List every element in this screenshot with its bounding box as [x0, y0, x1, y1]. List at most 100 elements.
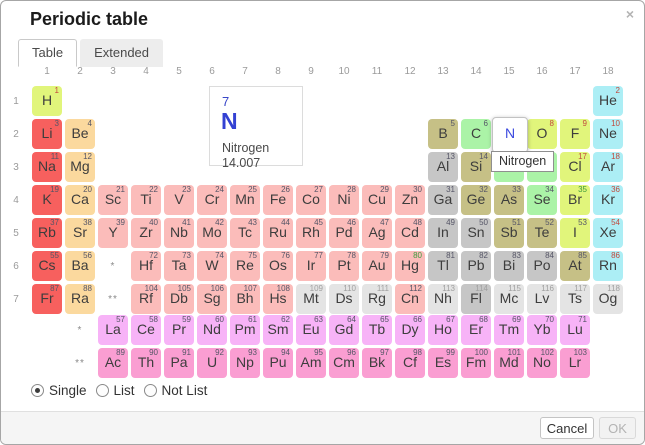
element-cell-nd[interactable]: 60Nd	[197, 315, 227, 345]
tab-extended[interactable]: Extended	[80, 39, 163, 67]
element-cell-pu[interactable]: 94Pu	[263, 348, 293, 378]
element-cell-h[interactable]: 1H	[32, 86, 62, 116]
element-cell-os[interactable]: 76Os	[263, 251, 293, 281]
element-cell-br[interactable]: 35Br	[560, 185, 590, 215]
element-cell-hg[interactable]: 80Hg	[395, 251, 425, 281]
element-cell-nh[interactable]: 113Nh	[428, 284, 458, 314]
element-cell-sc[interactable]: 21Sc	[98, 185, 128, 215]
element-cell-sm[interactable]: 62Sm	[263, 315, 293, 345]
element-cell-mn[interactable]: 25Mn	[230, 185, 260, 215]
element-cell-cd[interactable]: 48Cd	[395, 218, 425, 248]
element-cell-ac[interactable]: 89Ac	[98, 348, 128, 378]
element-cell-tc[interactable]: 43Tc	[230, 218, 260, 248]
element-cell-te[interactable]: 52Te	[527, 218, 557, 248]
element-cell-i[interactable]: 53I	[560, 218, 590, 248]
element-cell-gd[interactable]: 64Gd	[329, 315, 359, 345]
element-cell-cr[interactable]: 24Cr	[197, 185, 227, 215]
element-cell-li[interactable]: 3Li	[32, 119, 62, 149]
element-cell-u[interactable]: 92U	[197, 348, 227, 378]
element-cell-hf[interactable]: 72Hf	[131, 251, 161, 281]
element-cell-c[interactable]: 6C	[461, 119, 491, 149]
element-cell-am[interactable]: 95Am	[296, 348, 326, 378]
element-cell-tl[interactable]: 81Tl	[428, 251, 458, 281]
element-cell-yb[interactable]: 70Yb	[527, 315, 557, 345]
element-cell-tb[interactable]: 65Tb	[362, 315, 392, 345]
element-cell-o[interactable]: 8O	[527, 119, 557, 149]
element-cell-tm[interactable]: 69Tm	[494, 315, 524, 345]
element-cell-fl[interactable]: 114Fl	[461, 284, 491, 314]
element-cell-ds[interactable]: 110Ds	[329, 284, 359, 314]
element-cell-bi[interactable]: 83Bi	[494, 251, 524, 281]
element-cell-ho[interactable]: 67Ho	[428, 315, 458, 345]
element-cell-rn[interactable]: 86Rn	[593, 251, 623, 281]
element-cell-cm[interactable]: 96Cm	[329, 348, 359, 378]
element-cell-sn[interactable]: 50Sn	[461, 218, 491, 248]
ok-button[interactable]: OK	[599, 417, 636, 439]
element-cell-re[interactable]: 75Re	[230, 251, 260, 281]
element-cell-co[interactable]: 27Co	[296, 185, 326, 215]
element-cell-sg[interactable]: 106Sg	[197, 284, 227, 314]
element-cell-nb[interactable]: 41Nb	[164, 218, 194, 248]
element-cell-cu[interactable]: 29Cu	[362, 185, 392, 215]
element-cell-la[interactable]: 57La	[98, 315, 128, 345]
element-cell-ce[interactable]: 58Ce	[131, 315, 161, 345]
element-cell-be[interactable]: 4Be	[65, 119, 95, 149]
element-cell-rg[interactable]: 111Rg	[362, 284, 392, 314]
element-cell-no[interactable]: 102No	[527, 348, 557, 378]
element-cell-mt[interactable]: 109Mt	[296, 284, 326, 314]
cancel-button[interactable]: Cancel	[540, 417, 594, 439]
element-cell-at[interactable]: 85At	[560, 251, 590, 281]
element-cell-cl[interactable]: 17Cl	[560, 152, 590, 182]
element-cell-np[interactable]: 93Np	[230, 348, 260, 378]
element-cell-pb[interactable]: 82Pb	[461, 251, 491, 281]
element-cell-ga[interactable]: 31Ga	[428, 185, 458, 215]
element-cell-au[interactable]: 79Au	[362, 251, 392, 281]
element-cell-bh[interactable]: 107Bh	[230, 284, 260, 314]
element-cell-fr[interactable]: 87Fr	[32, 284, 62, 314]
element-cell-ti[interactable]: 22Ti	[131, 185, 161, 215]
element-cell-cf[interactable]: 98Cf	[395, 348, 425, 378]
element-cell-mo[interactable]: 42Mo	[197, 218, 227, 248]
element-cell-es[interactable]: 99Es	[428, 348, 458, 378]
element-cell-ni[interactable]: 28Ni	[329, 185, 359, 215]
element-cell-xe[interactable]: 54Xe	[593, 218, 623, 248]
element-cell-ra[interactable]: 88Ra	[65, 284, 95, 314]
element-cell-he[interactable]: 2He	[593, 86, 623, 116]
element-cell-bk[interactable]: 97Bk	[362, 348, 392, 378]
element-cell-ge[interactable]: 32Ge	[461, 185, 491, 215]
element-cell-dy[interactable]: 66Dy	[395, 315, 425, 345]
element-cell-pt[interactable]: 78Pt	[329, 251, 359, 281]
element-cell-ta[interactable]: 73Ta	[164, 251, 194, 281]
element-cell-fe[interactable]: 26Fe	[263, 185, 293, 215]
element-cell-si[interactable]: 14Si	[461, 152, 491, 182]
element-cell-ag[interactable]: 47Ag	[362, 218, 392, 248]
element-cell-zn[interactable]: 30Zn	[395, 185, 425, 215]
element-cell-f[interactable]: 9F	[560, 119, 590, 149]
element-cell-cn[interactable]: 112Cn	[395, 284, 425, 314]
radio-list[interactable]: List	[96, 383, 135, 398]
element-cell-mg[interactable]: 12Mg	[65, 152, 95, 182]
tab-table[interactable]: Table	[18, 39, 77, 67]
element-cell-ba[interactable]: 56Ba	[65, 251, 95, 281]
element-cell-pa[interactable]: 91Pa	[164, 348, 194, 378]
element-cell-cs[interactable]: 55Cs	[32, 251, 62, 281]
element-cell-lr[interactable]: 103Lr	[560, 348, 590, 378]
element-cell-na[interactable]: 11Na	[32, 152, 62, 182]
element-cell-er[interactable]: 68Er	[461, 315, 491, 345]
element-cell-mc[interactable]: 115Mc	[494, 284, 524, 314]
element-cell-po[interactable]: 84Po	[527, 251, 557, 281]
element-cell-ru[interactable]: 44Ru	[263, 218, 293, 248]
element-cell-rf[interactable]: 104Rf	[131, 284, 161, 314]
element-cell-ne[interactable]: 10Ne	[593, 119, 623, 149]
element-cell-fm[interactable]: 100Fm	[461, 348, 491, 378]
element-cell-lv[interactable]: 116Lv	[527, 284, 557, 314]
element-cell-og[interactable]: 118Og	[593, 284, 623, 314]
element-cell-y[interactable]: 39Y	[98, 218, 128, 248]
element-cell-k[interactable]: 19K	[32, 185, 62, 215]
element-cell-se[interactable]: 34Se	[527, 185, 557, 215]
element-cell-th[interactable]: 90Th	[131, 348, 161, 378]
element-cell-as[interactable]: 33As	[494, 185, 524, 215]
radio-not-list[interactable]: Not List	[144, 383, 208, 398]
element-cell-v[interactable]: 23V	[164, 185, 194, 215]
element-cell-pr[interactable]: 59Pr	[164, 315, 194, 345]
